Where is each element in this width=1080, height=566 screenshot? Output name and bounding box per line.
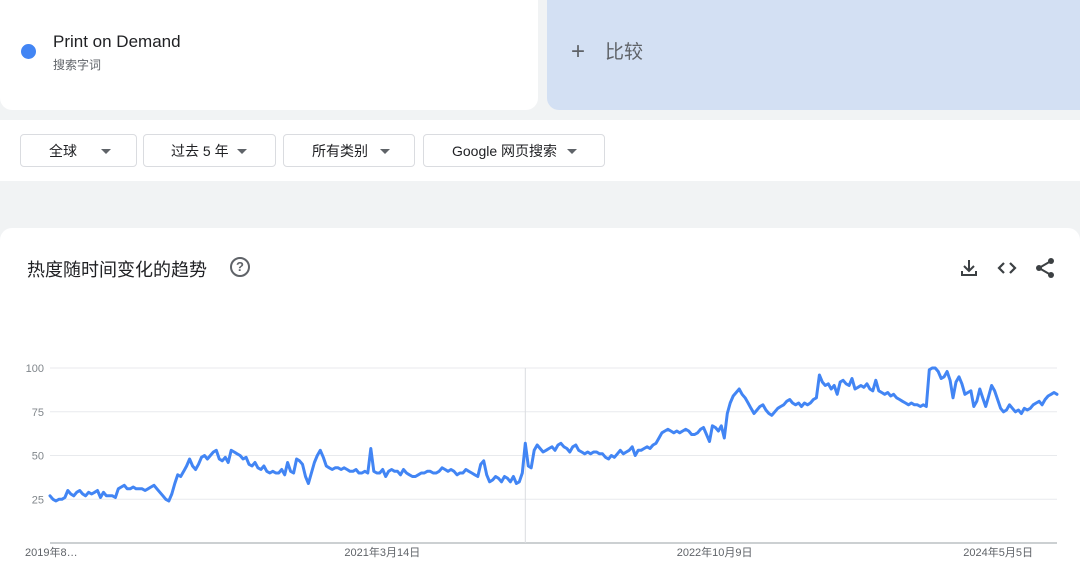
time-range-filter-label: 过去 5 年 — [171, 142, 229, 159]
search-type-filter-dropdown[interactable]: Google 网页搜索 — [423, 134, 605, 167]
series-line — [48, 366, 1059, 503]
interest-over-time-panel: 热度随时间变化的趋势 ? 25 50 75 100 2019年8… 2021年3月14日 2… — [0, 228, 1080, 566]
y-tick-label: 50 — [32, 451, 44, 463]
chevron-down-icon — [101, 149, 111, 154]
plus-icon: + — [571, 38, 586, 65]
search-term-name[interactable]: Print on Demand — [53, 32, 181, 52]
region-filter-dropdown[interactable]: 全球 — [20, 134, 137, 167]
category-filter-dropdown[interactable]: 所有类别 — [283, 134, 415, 167]
filter-bar: 全球 过去 5 年 所有类别 Google 网页搜索 — [0, 120, 1080, 181]
x-tick-label: 2024年5月5日 — [963, 545, 1033, 559]
y-tick-label: 100 — [26, 363, 44, 375]
chevron-down-icon — [380, 149, 390, 154]
search-term-card[interactable]: Print on Demand 搜索字词 — [0, 0, 538, 110]
chevron-down-icon — [237, 149, 247, 154]
x-tick-label: 2019年8… — [25, 545, 78, 559]
x-tick-label: 2021年3月14日 — [344, 545, 420, 559]
search-type-filter-label: Google 网页搜索 — [452, 142, 558, 159]
chevron-down-icon — [567, 149, 577, 154]
time-range-filter-dropdown[interactable]: 过去 5 年 — [143, 134, 276, 167]
series-color-dot — [21, 44, 36, 59]
x-tick-label: 2022年10月9日 — [677, 545, 753, 559]
region-filter-label: 全球 — [49, 142, 77, 159]
compare-button[interactable]: + 比较 — [547, 0, 1080, 110]
y-tick-label: 75 — [32, 407, 44, 419]
compare-label: 比较 — [605, 42, 644, 63]
y-tick-label: 25 — [32, 494, 44, 506]
trend-line-chart[interactable]: 25 50 75 100 2019年8… 2021年3月14日 2022年10月9日 2024… — [0, 228, 1080, 566]
search-term-type: 搜索字词 — [53, 58, 102, 72]
category-filter-label: 所有类别 — [312, 142, 368, 159]
